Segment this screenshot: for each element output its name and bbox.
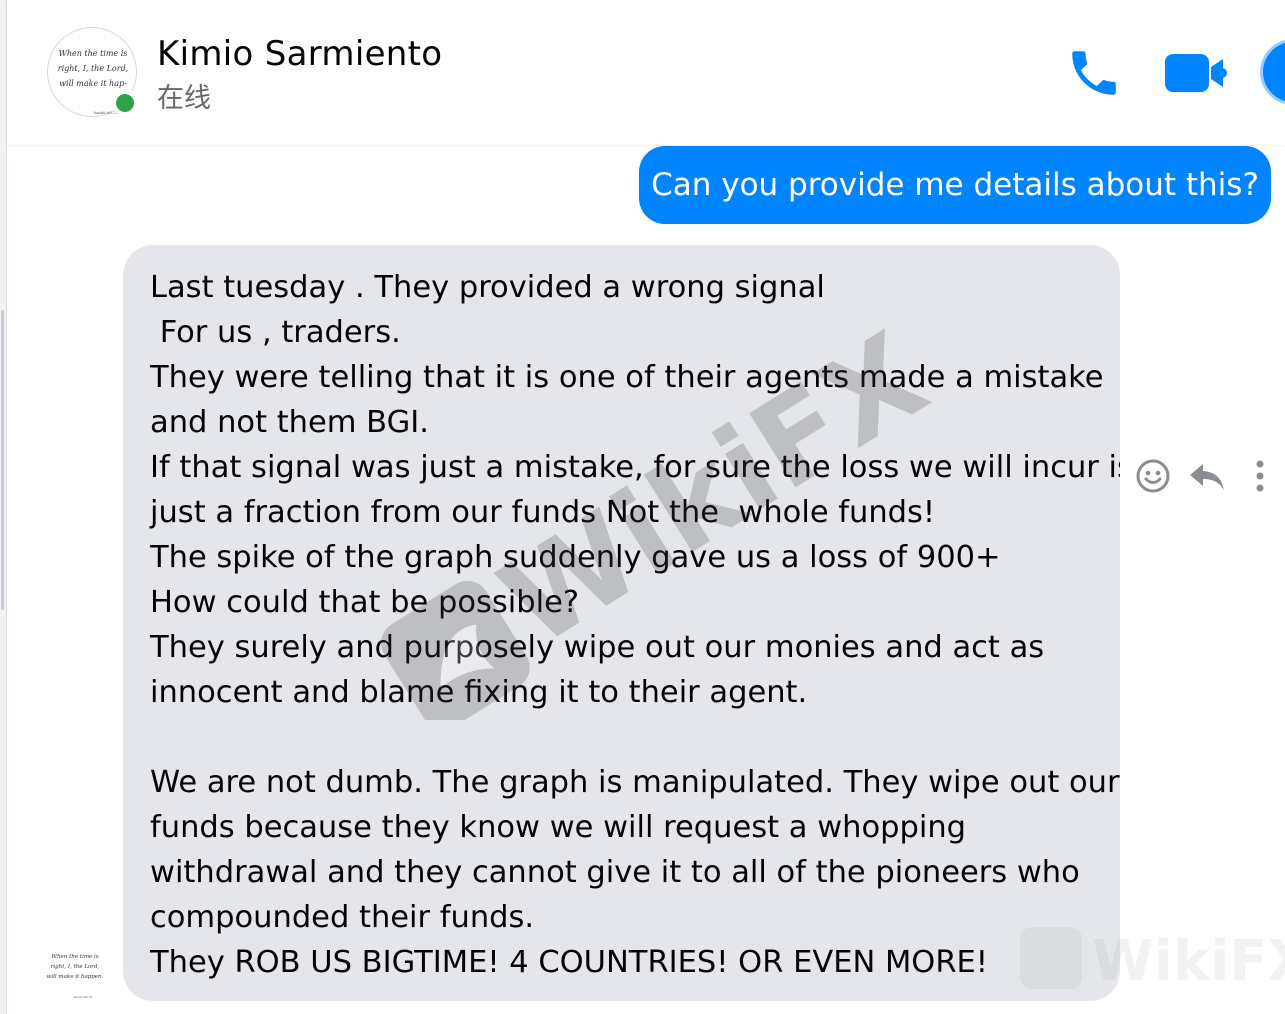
message-line: They surely and purposely wipe out our m… — [150, 630, 1045, 665]
outgoing-message-bubble[interactable]: Can you provide me details about this? — [639, 146, 1271, 224]
video-camera-icon[interactable] — [1159, 48, 1235, 98]
svg-text:will make it hap-: will make it hap- — [59, 79, 127, 88]
message-line — [150, 715, 1100, 760]
message-line: Last tuesday . They provided a wrong sig… — [150, 270, 825, 305]
svg-text:When the time is: When the time is — [59, 49, 128, 58]
reply-arrow-icon[interactable] — [1187, 460, 1227, 494]
smiley-react-icon[interactable] — [1135, 458, 1171, 494]
message-line: innocent and blame fixing it to their ag… — [150, 675, 808, 710]
online-status-dot — [112, 90, 138, 116]
message-line: For us , traders. — [150, 315, 401, 350]
sender-avatar[interactable]: When the time is right, I, the Lord, wil… — [43, 942, 107, 1006]
message-line: They ROB US BIGTIME! 4 COUNTRIES! OR EVE… — [150, 945, 989, 980]
message-line: withdrawal and they cannot give it to al… — [150, 855, 1080, 890]
message-thread: Can you provide me details about this? L… — [7, 146, 1285, 1014]
scrollbar-thumb[interactable] — [1, 310, 4, 610]
message-line: We are not dumb. The graph is manipulate… — [150, 765, 1120, 800]
svg-text:Isaiah 60:22: Isaiah 60:22 — [73, 995, 93, 999]
more-dots-icon[interactable] — [1250, 458, 1270, 494]
incoming-message-bubble[interactable]: Last tuesday . They provided a wrong sig… — [123, 245, 1120, 1001]
contact-name[interactable]: Kimio Sarmiento — [157, 34, 442, 74]
message-line: They were telling that it is one of thei… — [150, 360, 1104, 395]
svg-text:When the time is: When the time is — [51, 954, 98, 960]
message-line: How could that be possible? — [150, 585, 580, 620]
contact-status: 在线 — [157, 83, 211, 114]
message-line: If that signal was just a mistake, for s… — [150, 450, 1120, 485]
message-line: and not them BGI. — [150, 405, 429, 440]
message-line: just a fraction from our funds Not the w… — [150, 495, 936, 530]
conversation-header: When the time is right, I, the Lord, wil… — [7, 0, 1285, 145]
svg-text:right, I, the Lord,: right, I, the Lord, — [58, 64, 128, 73]
messenger-window: When the time is right, I, the Lord, wil… — [0, 0, 1285, 1014]
phone-icon[interactable] — [1065, 44, 1123, 102]
contact-avatar[interactable]: When the time is right, I, the Lord, wil… — [47, 27, 138, 117]
message-line: compounded their funds. — [150, 900, 535, 935]
svg-text:will make it happen.: will make it happen. — [47, 974, 104, 980]
svg-text:right, I, the Lord,: right, I, the Lord, — [51, 964, 100, 970]
info-icon[interactable] — [1263, 42, 1285, 102]
message-line: funds because they know we will request … — [150, 810, 967, 845]
left-panel-edge — [0, 0, 7, 1014]
message-line: The spike of the graph suddenly gave us … — [150, 540, 1001, 575]
